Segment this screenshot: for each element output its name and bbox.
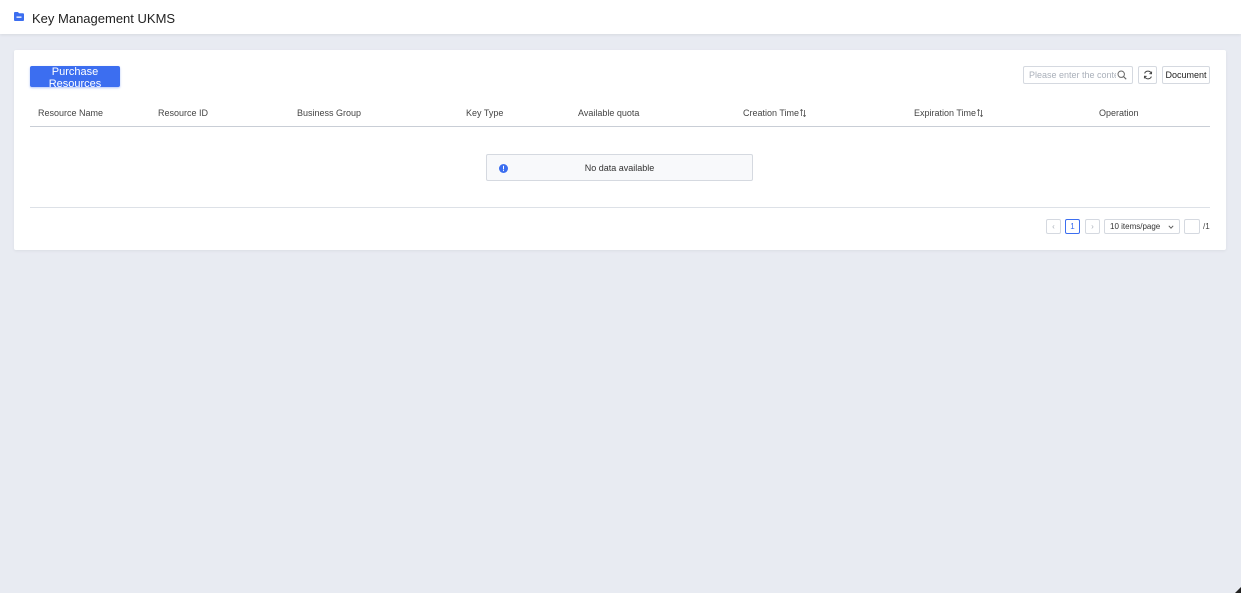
total-pages: /1 (1203, 222, 1210, 231)
chevron-down-icon (1168, 225, 1174, 229)
page-size-label: 10 items/page (1110, 222, 1161, 231)
column-header-business-group: Business Group (297, 108, 362, 118)
page-title: Key Management UKMS (32, 11, 176, 26)
top-bar: Key Management UKMS (0, 0, 1241, 34)
column-header-resource-name: Resource Name (38, 108, 104, 118)
document-button[interactable]: Document (1162, 66, 1210, 84)
page-number-button[interactable]: 1 (1065, 219, 1080, 234)
page-jump-input[interactable] (1184, 219, 1200, 234)
search-input[interactable] (1024, 67, 1116, 83)
column-header-available-quota: Available quota (578, 108, 640, 118)
resize-corner-icon (1235, 587, 1241, 593)
folder-icon (14, 12, 24, 21)
column-header-operation: Operation (1099, 108, 1139, 118)
column-header-key-type: Key Type (466, 108, 504, 118)
empty-state: No data available (486, 154, 753, 181)
table-header: Resource Name Resource ID Business Group… (30, 100, 1210, 127)
sort-icon[interactable] (800, 109, 807, 117)
search-icon[interactable] (1117, 70, 1127, 80)
next-page-button[interactable]: › (1085, 219, 1100, 234)
sort-icon[interactable] (977, 109, 984, 117)
resource-list-panel: Purchase Resources Document Resource Nam… (14, 50, 1226, 250)
search-box (1023, 66, 1133, 84)
purchase-resources-button[interactable]: Purchase Resources (30, 66, 120, 90)
refresh-icon (1143, 70, 1152, 80)
refresh-button[interactable] (1138, 66, 1157, 84)
column-header-expiration-time[interactable]: Expiration Time (914, 108, 984, 118)
divider (30, 207, 1210, 208)
page-size-select[interactable]: 10 items/page (1104, 219, 1180, 234)
empty-state-text: No data available (584, 163, 655, 173)
prev-page-button[interactable]: ‹ (1046, 219, 1061, 234)
column-header-label: Expiration Time (914, 108, 977, 118)
column-header-creation-time[interactable]: Creation Time (743, 108, 807, 118)
column-header-label: Creation Time (743, 108, 800, 118)
column-header-resource-id: Resource ID (158, 108, 209, 118)
